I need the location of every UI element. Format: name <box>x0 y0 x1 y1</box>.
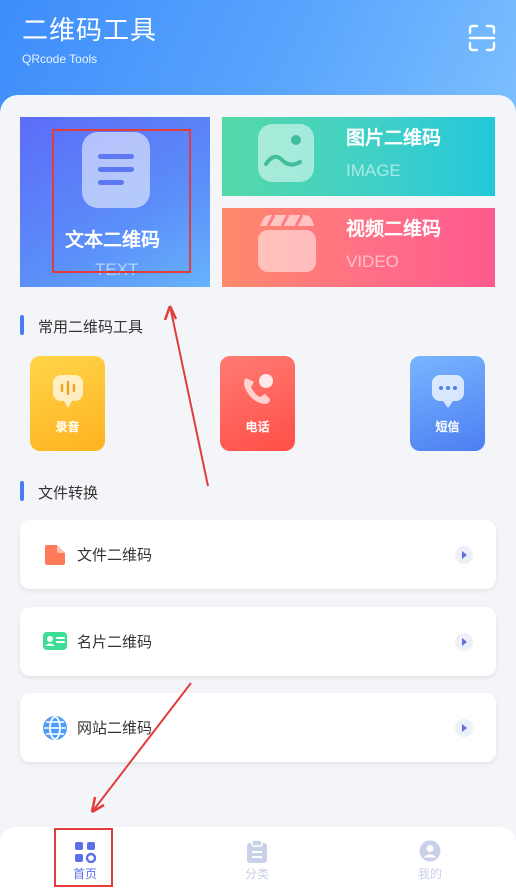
section-title-common-tools: 常用二维码工具 <box>38 318 144 336</box>
clipboard-icon <box>247 840 267 863</box>
image-landscape-icon <box>258 124 314 182</box>
play-arrow-icon <box>455 719 473 737</box>
tile-subtitle: IMAGE <box>346 161 401 180</box>
tab-category[interactable]: 分类 <box>197 827 317 894</box>
file-icon <box>45 545 65 565</box>
tool-sms[interactable]: 短信 <box>410 356 485 451</box>
message-bubble-icon <box>432 375 464 408</box>
scan-button[interactable] <box>468 24 496 52</box>
tab-label: 我的 <box>417 867 442 881</box>
phone-icon <box>244 374 273 404</box>
id-card-icon <box>43 632 67 650</box>
app-title: 二维码工具 <box>22 16 158 46</box>
user-icon <box>419 840 441 862</box>
row-label: 名片二维码 <box>77 633 153 651</box>
video-qrcode-tile[interactable]: 视频二维码 VIDEO <box>222 208 495 287</box>
tool-phone[interactable]: 电话 <box>220 356 295 451</box>
tab-profile[interactable]: 我的 <box>370 827 490 894</box>
image-qrcode-tile[interactable]: 图片二维码 IMAGE <box>222 117 495 196</box>
highlight-box-home-tab <box>54 828 113 887</box>
microphone-icon <box>53 375 83 408</box>
file-qrcode-row[interactable]: 文件二维码 <box>20 520 496 589</box>
row-label: 文件二维码 <box>77 546 153 564</box>
card-qrcode-row[interactable]: 名片二维码 <box>20 607 496 676</box>
tool-record[interactable]: 录音 <box>30 356 105 451</box>
tool-label: 短信 <box>435 420 460 434</box>
tab-label: 分类 <box>244 867 269 881</box>
website-qrcode-row[interactable]: 网站二维码 <box>20 693 496 762</box>
tile-title: 视频二维码 <box>346 218 442 240</box>
app-subtitle: QRcode Tools <box>22 52 98 66</box>
scan-frame-icon <box>468 24 496 52</box>
section-accent-bar <box>20 481 24 501</box>
row-label: 网站二维码 <box>77 719 153 737</box>
highlight-box-text-tile <box>52 129 191 273</box>
section-accent-bar <box>20 315 24 335</box>
tool-label: 录音 <box>55 420 80 434</box>
clapperboard-icon <box>258 214 316 272</box>
tile-subtitle: VIDEO <box>346 252 399 271</box>
play-arrow-icon <box>455 633 473 651</box>
globe-icon <box>43 716 67 740</box>
play-arrow-icon <box>455 546 473 564</box>
tile-title: 图片二维码 <box>346 127 442 149</box>
section-title-file-convert: 文件转换 <box>38 484 99 502</box>
tool-label: 电话 <box>245 420 270 434</box>
